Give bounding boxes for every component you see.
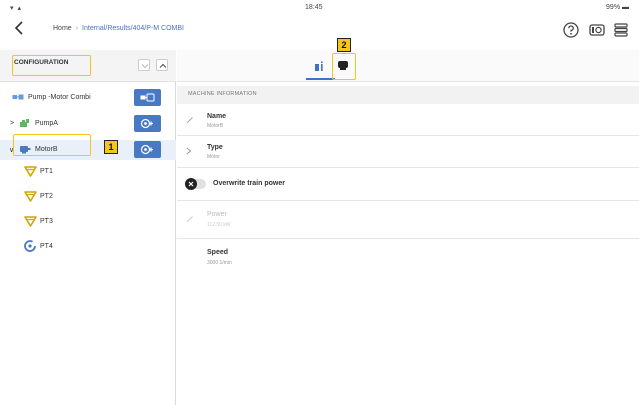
property-value: MotorB xyxy=(207,123,224,129)
breadcrumb: Home › Internal/Results/404/P-M COMBI xyxy=(53,25,184,32)
train-action-button[interactable] xyxy=(134,89,161,106)
property-title: Speed xyxy=(207,249,229,256)
chevron-right-icon xyxy=(186,147,192,157)
property-title: Name xyxy=(207,113,227,120)
breadcrumb-separator: › xyxy=(75,25,79,32)
active-tab-indicator xyxy=(306,78,335,80)
tree-item-label: Pump -Motor Combi xyxy=(28,94,91,101)
app-header: Home › Internal/Results/404/P-M COMBI xyxy=(0,18,639,44)
name-property[interactable]: Name MotorB xyxy=(177,106,639,136)
back-button[interactable] xyxy=(14,20,30,40)
type-property[interactable]: Type Motor xyxy=(177,136,639,168)
section-header: MACHINE INFORMATION xyxy=(177,86,639,104)
vibration-point-icon xyxy=(24,191,37,202)
close-icon xyxy=(188,181,194,187)
edit-icon xyxy=(186,215,194,225)
camera-toggle-icon xyxy=(589,24,605,36)
speed-property[interactable]: Speed 3000 1/min xyxy=(177,239,639,274)
property-title: Power xyxy=(207,211,227,218)
collapse-up-button[interactable] xyxy=(156,59,168,71)
tab-machine-info[interactable] xyxy=(309,56,331,78)
edit-icon xyxy=(186,116,194,126)
point-label: PT3 xyxy=(40,218,53,225)
configuration-highlight xyxy=(12,55,91,76)
callout-badge-2: 2 xyxy=(337,38,351,52)
speed-point-icon xyxy=(24,240,36,252)
tree-item-pumpa[interactable]: > PumpA xyxy=(0,114,176,134)
tree-item-label: PumpA xyxy=(35,120,58,127)
menu-button[interactable] xyxy=(612,21,630,39)
add-point-icon xyxy=(140,144,153,155)
power-property: Power 112.50 kW xyxy=(177,201,639,239)
machine-info-icon xyxy=(315,61,323,71)
motorb-highlight xyxy=(13,134,91,156)
collapse-down-button[interactable] xyxy=(138,59,150,71)
pump-icon xyxy=(20,119,29,127)
section-title: MACHINE INFORMATION xyxy=(188,91,257,97)
chevron-up-icon xyxy=(159,63,167,68)
point-label: PT1 xyxy=(40,168,53,175)
callout-badge-1: 1 xyxy=(104,140,118,154)
property-title: Type xyxy=(207,144,223,151)
configuration-panel: CONFIGURATION Pump -Motor Combi > PumpA … xyxy=(0,50,176,405)
machine-train-icon xyxy=(12,94,24,100)
chevron-down-icon xyxy=(141,64,149,69)
property-value: 112.50 kW xyxy=(207,222,231,228)
configuration-header: CONFIGURATION xyxy=(0,50,176,82)
clock: 18:45 xyxy=(305,4,323,11)
vibration-point-icon xyxy=(24,166,37,177)
toggle-knob xyxy=(185,178,197,190)
tree-item-pt1[interactable]: PT1 xyxy=(0,162,176,182)
point-label: PT2 xyxy=(40,193,53,200)
point-label: PT4 xyxy=(40,243,53,250)
motorb-add-point-button[interactable] xyxy=(134,141,161,158)
tree-item-pt3[interactable]: PT3 xyxy=(0,212,176,232)
tab-highlight xyxy=(332,53,356,80)
overwrite-train-power-row: Overwrite train power xyxy=(177,168,639,201)
status-bar: ▾ ▴ 18:45 99% ▬ xyxy=(0,0,639,18)
breadcrumb-home[interactable]: Home xyxy=(53,25,72,32)
breadcrumb-path[interactable]: Internal/Results/404/P-M COMBI xyxy=(82,25,184,32)
overwrite-toggle[interactable] xyxy=(185,178,206,190)
property-value: 3000 1/min xyxy=(207,260,232,266)
overwrite-label: Overwrite train power xyxy=(213,180,285,187)
details-panel: 2 MACHINE INFORMATION Name MotorB Type M… xyxy=(177,38,639,405)
train-add-icon xyxy=(140,93,155,102)
menu-icon xyxy=(614,23,628,37)
chevron-left-icon xyxy=(14,21,23,35)
property-value: Motor xyxy=(207,154,220,160)
battery-indicator: 99% ▬ xyxy=(606,4,629,11)
camera-toggle-button[interactable] xyxy=(588,21,606,39)
vibration-point-icon xyxy=(24,216,37,227)
help-button[interactable] xyxy=(562,21,580,39)
pumpa-add-point-button[interactable] xyxy=(134,115,161,132)
add-point-icon xyxy=(140,118,153,129)
help-icon xyxy=(563,22,579,38)
signal-indicator: ▾ ▴ xyxy=(10,5,22,12)
tree-item-pt4[interactable]: PT4 xyxy=(0,237,176,257)
tree-item-train[interactable]: Pump -Motor Combi xyxy=(0,88,176,108)
expand-icon[interactable]: > xyxy=(10,120,14,127)
detail-tabs: 2 xyxy=(177,38,639,82)
tree-item-pt2[interactable]: PT2 xyxy=(0,187,176,207)
